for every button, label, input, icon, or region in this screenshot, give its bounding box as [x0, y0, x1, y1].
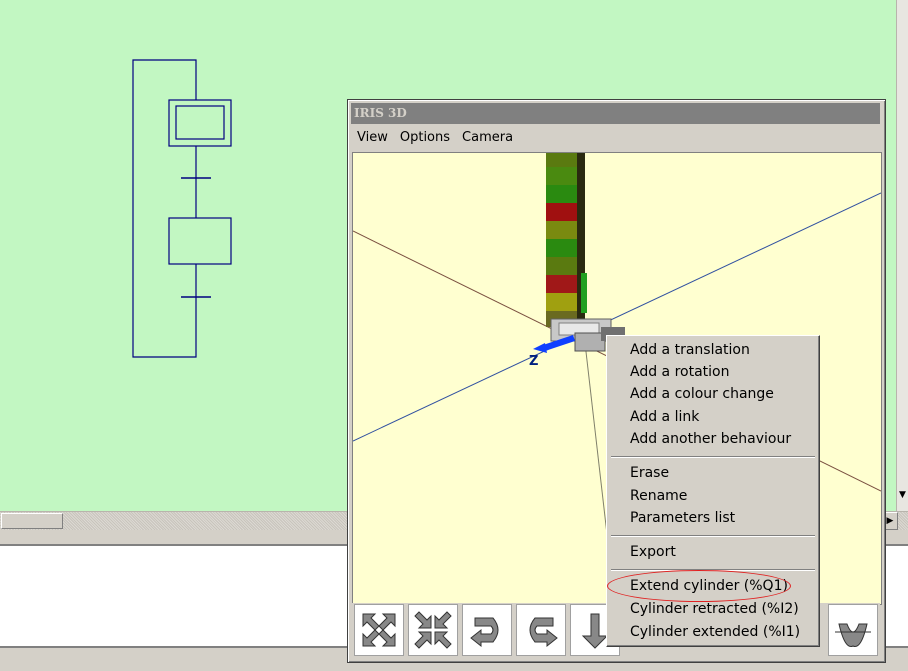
- piece-stack: [546, 153, 585, 327]
- menu-separator: [611, 456, 815, 458]
- rotate-right-icon: [470, 617, 499, 648]
- window-title[interactable]: IRIS 3D: [351, 103, 880, 124]
- grafcet-loop-link: [132, 59, 197, 358]
- vertical-scrollbar[interactable]: ▼: [896, 0, 908, 511]
- rotate-flip-icon: [835, 623, 871, 648]
- menu-add-link[interactable]: Add a link: [610, 406, 816, 428]
- menu-camera[interactable]: Camera: [456, 126, 519, 145]
- menu-erase[interactable]: Erase: [610, 462, 816, 484]
- flip-button[interactable]: [828, 604, 878, 656]
- collapse-button[interactable]: [408, 604, 458, 656]
- rotate-left-button[interactable]: [516, 604, 566, 656]
- menu-add-colour-change[interactable]: Add a colour change: [610, 383, 816, 405]
- axis-label-z: Z: [529, 354, 538, 369]
- rotate-right-button[interactable]: [462, 604, 512, 656]
- grafcet-step-2: [168, 217, 232, 265]
- menu-parameters-list[interactable]: Parameters list: [610, 507, 816, 529]
- menu-rename[interactable]: Rename: [610, 485, 816, 507]
- menu-add-translation[interactable]: Add a translation: [610, 339, 816, 361]
- scroll-down-icon[interactable]: ▼: [899, 490, 906, 500]
- menu-export[interactable]: Export: [610, 541, 816, 563]
- horizontal-scroll-thumb[interactable]: [1, 513, 63, 529]
- menu-add-another-behaviour[interactable]: Add another behaviour: [610, 428, 816, 450]
- menu-options[interactable]: Options: [394, 126, 456, 145]
- menu-view[interactable]: View: [351, 126, 394, 145]
- iris-menubar: View Options Camera: [351, 126, 880, 148]
- collapse-arrows-icon: [414, 611, 452, 649]
- green-marker: [581, 273, 587, 313]
- rotate-left-icon: [529, 617, 558, 648]
- menu-cylinder-extended[interactable]: Cylinder extended (%I1): [610, 621, 816, 643]
- menu-extend-cylinder[interactable]: Extend cylinder (%Q1): [610, 575, 816, 597]
- menu-add-rotation[interactable]: Add a rotation: [610, 361, 816, 383]
- menu-separator: [611, 535, 815, 537]
- menu-separator: [611, 569, 815, 571]
- expand-button[interactable]: [354, 604, 404, 656]
- context-menu: Add a translation Add a rotation Add a c…: [606, 335, 820, 647]
- grafcet-initial-step-inner: [175, 105, 225, 140]
- menu-cylinder-retracted[interactable]: Cylinder retracted (%I2): [610, 598, 816, 620]
- expand-arrows-icon: [362, 613, 396, 647]
